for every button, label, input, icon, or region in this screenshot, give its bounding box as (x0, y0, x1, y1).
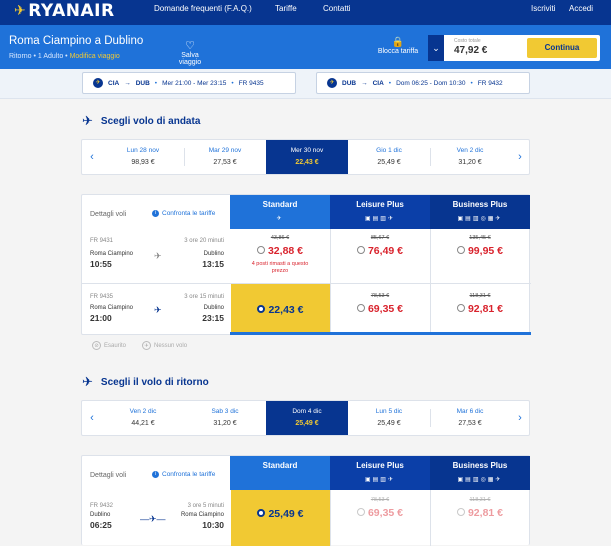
radio-button-selected[interactable] (257, 304, 266, 313)
details-label: Dettagli voli (90, 472, 127, 479)
fare-cell-business[interactable]: 118,31 € 92,81 € (430, 284, 530, 332)
next-dates-button[interactable]: › (510, 401, 530, 435)
trip-bar: Roma Ciampino a Dublino Ritorno • 1 Adul… (0, 25, 611, 69)
radio-button[interactable] (456, 303, 465, 312)
outbound-date-strip: ‹ Lun 28 nov 98,93 € Mar 29 nov 27,53 € Me… (81, 139, 530, 175)
prev-dates-button[interactable]: ‹ (82, 401, 102, 435)
date-option[interactable]: Lun 5 dic 25,49 € (348, 401, 430, 435)
nav-tariffe[interactable]: Tariffe (275, 4, 297, 13)
plane-landing-icon: ✈ (82, 374, 93, 389)
heart-icon: ♡ (185, 40, 195, 52)
arrow-icon: → (124, 79, 131, 87)
nav-login[interactable]: Accedi (569, 4, 593, 13)
plane-takeoff-icon: ✈ (82, 113, 93, 128)
outbound-summary[interactable]: ✈ CIA → DUB • Mer 21:00 - Mer 23:15 • FR 943… (82, 72, 296, 94)
outbound-fare-table: Dettagli voli i Confronta le tariffe Stan… (81, 194, 531, 335)
harp-icon: ✈ (14, 3, 27, 19)
return-fare-table: Dettagli voli i Confronta le tariffe Stan… (81, 455, 530, 546)
total-box: ⌄ Costo totale 47,92 € Continua (428, 35, 600, 61)
return-heading: ✈ Scegli il volo di ritorno (82, 374, 209, 389)
continue-button[interactable]: Continua (527, 38, 597, 58)
radio-button[interactable] (456, 245, 465, 254)
bag-icons: ▣▤▥◎▦✈ (457, 216, 503, 222)
fare-cell-leisure[interactable]: 78,53 € 69,35 € (330, 490, 430, 544)
date-option[interactable]: Lun 28 nov 98,93 € (102, 140, 184, 174)
plane-icon: —✈— (140, 514, 166, 524)
fare-cell-leisure[interactable]: 78,53 € 69,35 € (330, 284, 430, 332)
no-flight-icon: ✈ (142, 341, 152, 350)
fare-header-standard[interactable]: Standard ✈ (230, 195, 330, 229)
next-dates-button[interactable]: › (510, 140, 530, 174)
fare-header-leisure[interactable]: Leisure Plus ▣▤▥✈ (330, 456, 430, 490)
date-option[interactable]: Ven 2 dic 31,20 € (430, 140, 510, 174)
date-option[interactable]: Ven 2 dic 44,21 € (102, 401, 184, 435)
lock-icon: 🔒 (391, 37, 405, 48)
date-option-selected[interactable]: Mer 30 nov 22,43 € (266, 140, 348, 174)
nav-faq[interactable]: Domande frequenti (F.A.Q.) (154, 4, 252, 13)
info-icon: i (152, 471, 159, 478)
arrow-icon: → (361, 79, 368, 87)
save-trip-button[interactable]: ♡ Salva viaggio (170, 39, 210, 66)
legend-soldout: ⊘ Esaurito (92, 341, 126, 350)
fare-cell-standard-selected[interactable]: 22,43 € (231, 284, 330, 332)
details-label: Dettagli voli (90, 211, 127, 218)
flight-row[interactable]: FR 9432 3 ore 5 minuti Dublino Roma Ciam… (82, 490, 230, 544)
seats-left-warning: 4 posti rimasti a questo prezzo (251, 261, 309, 274)
trip-subtitle: Ritorno • 1 Adulto • Modifica viaggio (9, 53, 120, 60)
plane-icon: ✈ (93, 78, 103, 88)
legend-noflight: ✈ Nessun volo (142, 341, 187, 350)
fare-header-business[interactable]: Business Plus ▣▤▥◎▦✈ (430, 456, 530, 490)
plane-icon: ✈ (154, 251, 162, 261)
chevron-down-icon[interactable]: ⌄ (428, 35, 444, 61)
nav-contatti[interactable]: Contatti (323, 4, 351, 13)
radio-button[interactable] (456, 507, 465, 516)
prev-dates-button[interactable]: ‹ (82, 140, 102, 174)
plane-icon: ✈ (327, 78, 337, 88)
fare-cell-leisure[interactable]: 85,67 € 76,49 € (330, 229, 430, 283)
plane-icon: ✈ (154, 305, 162, 315)
total-label: Costo totale (454, 38, 481, 44)
date-option[interactable]: Mar 6 dic 27,53 € (430, 401, 510, 435)
bag-icons: ▣▤▥✈ (364, 477, 396, 483)
radio-button[interactable] (256, 245, 265, 254)
outbound-heading: ✈ Scegli volo di andata (82, 113, 201, 128)
soldout-icon: ⊘ (92, 341, 101, 350)
modify-trip-link[interactable]: Modifica viaggio (70, 53, 120, 60)
selection-underline (230, 332, 531, 335)
bag-icons: ▣▤▥✈ (364, 216, 396, 222)
date-option[interactable]: Gio 1 dic 25,49 € (348, 140, 430, 174)
total-price: 47,92 € (454, 45, 488, 56)
radio-button[interactable] (356, 303, 365, 312)
flight-summary-bar: ✈ CIA → DUB • Mer 21:00 - Mer 23:15 • FR 943… (0, 69, 611, 99)
flight-row[interactable]: FR 9435 3 ore 15 minuti Roma Ciampino Du… (82, 284, 230, 334)
fare-cell-standard-selected[interactable]: 25,49 € (231, 490, 330, 546)
date-option-selected[interactable]: Dom 4 dic 25,49 € (266, 401, 348, 435)
flight-row[interactable]: FR 9431 3 ore 20 minuti Roma Ciampino Du… (82, 229, 230, 283)
fare-header-business[interactable]: Business Plus ▣▤▥◎▦✈ (430, 195, 530, 229)
plane-icon: ✈ (276, 216, 284, 222)
fare-cell-business[interactable]: 135,45 € 99,95 € (430, 229, 530, 283)
radio-button-selected[interactable] (257, 508, 266, 517)
fare-header-standard[interactable]: Standard (230, 456, 330, 490)
return-summary[interactable]: ✈ DUB → CIA • Dom 06:25 - Dom 10:30 • FR 943… (316, 72, 530, 94)
ryanair-logo[interactable]: ✈ RYANAIR (14, 1, 115, 21)
info-icon: i (152, 210, 159, 217)
compare-fares-link[interactable]: i Confronta le tariffe (152, 471, 215, 478)
fare-cell-standard[interactable]: 43,86 € 32,88 € 4 posti rimasti a questo… (230, 229, 330, 283)
lock-fare-button[interactable]: 🔒 Blocca tariffa (374, 37, 422, 55)
return-date-strip: ‹ Ven 2 dic 44,21 € Sab 3 dic 31,20 € Dom … (81, 400, 530, 436)
top-nav: ✈ RYANAIR Domande frequenti (F.A.Q.) Tari… (0, 0, 611, 25)
bag-icons: ▣▤▥◎▦✈ (457, 477, 503, 483)
radio-button[interactable] (356, 245, 365, 254)
fare-header-leisure[interactable]: Leisure Plus ▣▤▥✈ (330, 195, 430, 229)
compare-fares-link[interactable]: i Confronta le tariffe (152, 210, 215, 217)
nav-signup[interactable]: Iscriviti (531, 4, 555, 13)
trip-route: Roma Ciampino a Dublino (9, 35, 144, 47)
fare-cell-business[interactable]: 118,31 € 92,81 € (430, 490, 530, 544)
date-option[interactable]: Mar 29 nov 27,53 € (184, 140, 266, 174)
legend: ⊘ Esaurito ✈ Nessun volo (92, 341, 187, 350)
radio-button[interactable] (356, 507, 365, 516)
date-option[interactable]: Sab 3 dic 31,20 € (184, 401, 266, 435)
